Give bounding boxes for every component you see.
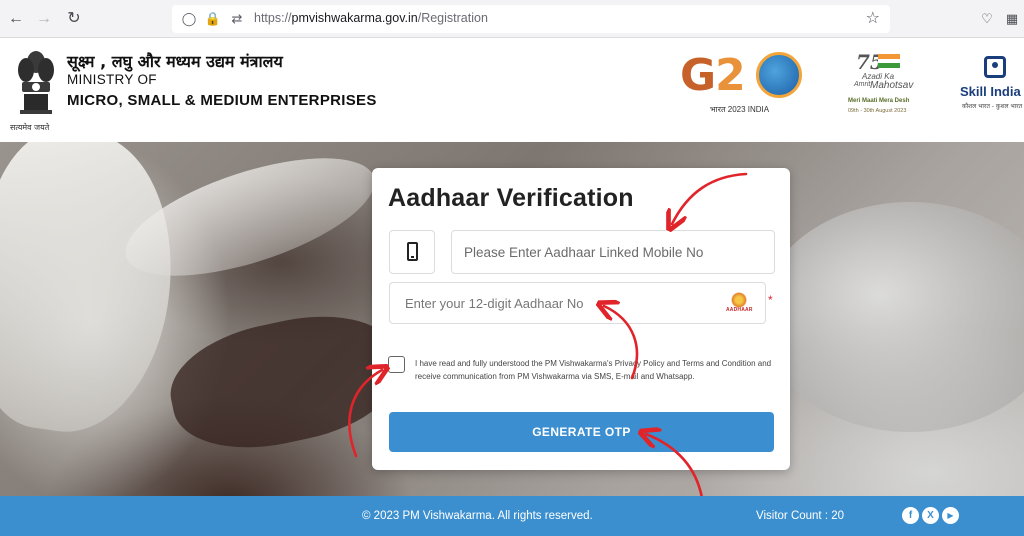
ministry-name-hindi: सूक्ष्म , लघु और मध्यम उद्यम मंत्रालय [67, 52, 283, 71]
aadhaar-verification-card: Aadhaar Verification AADHAAR * I have re… [372, 168, 790, 470]
skill-india-icon [984, 56, 1006, 78]
national-emblem-icon [18, 51, 54, 114]
aadhaar-sun-icon [731, 292, 747, 308]
site-header: सत्यमेव जयते सूक्ष्म , लघु और मध्यम उद्य… [0, 38, 1024, 142]
url-host: pmvishwakarma.gov.in [291, 11, 418, 25]
g20-text: G2 [680, 50, 746, 101]
mobile-phone-icon [407, 242, 418, 261]
g20-logo: G2 भारत 2023 INDIA [680, 46, 810, 122]
pocket-icon[interactable]: ♡ [978, 10, 996, 28]
hero-drape-shape [0, 142, 190, 444]
skill-india-subtitle: कौशल भारत - कुशल भारत [962, 103, 1023, 110]
azadi-line5: 09th - 30th August 2023 [848, 108, 907, 114]
x-twitter-icon[interactable]: X [922, 507, 939, 524]
g20-globe-icon [756, 52, 802, 98]
bookmark-star-icon[interactable]: ☆ [866, 9, 880, 29]
skill-india-text: Skill India [960, 84, 1021, 99]
back-icon[interactable]: ← [6, 9, 26, 29]
mobile-number-input[interactable] [451, 230, 775, 274]
url-path: /Registration [417, 11, 488, 25]
flag-icon [878, 54, 900, 68]
mobile-prefix-box [389, 230, 435, 274]
reload-icon[interactable]: ↻ [64, 9, 84, 29]
url-text[interactable]: https://pmvishwakarma.gov.in/Registratio… [254, 11, 488, 25]
g20-subtitle: भारत 2023 INDIA [710, 105, 770, 114]
aadhaar-logo-icon: AADHAAR [726, 292, 752, 314]
lock-icon[interactable]: 🔒 [204, 10, 222, 28]
azadi-ka-amrit-mahotsav-logo: 75 Azadi Ka Amrit Mahotsav Meri Maati Me… [848, 50, 928, 130]
forward-icon[interactable]: → [34, 9, 54, 29]
extensions-icon[interactable]: ▦ [1003, 10, 1021, 28]
aadhaar-logo-text: AADHAAR [726, 307, 753, 313]
required-asterisk: * [768, 293, 773, 307]
card-title: Aadhaar Verification [388, 184, 634, 212]
g20-digit: 2 [715, 50, 746, 101]
generate-otp-button[interactable]: GENERATE OTP [389, 412, 774, 452]
hero-pot-shape [760, 202, 1024, 432]
azadi-line4: Meri Maati Mera Desh [848, 98, 910, 104]
azadi-line3: Mahotsav [870, 80, 914, 91]
youtube-icon[interactable]: ▶ [942, 507, 959, 524]
azadi-line2: Amrit [854, 81, 871, 88]
ministry-name: MICRO, SMALL & MEDIUM ENTERPRISES [67, 92, 377, 109]
address-bar[interactable]: ◯ 🔒 ⇄ https://pmvishwakarma.gov.in/Regis… [172, 5, 890, 33]
shield-icon[interactable]: ◯ [180, 10, 198, 28]
aadhaar-number-input[interactable] [389, 282, 766, 324]
visitor-count: Visitor Count : 20 [756, 510, 845, 522]
copyright-text: © 2023 PM Vishwakarma. All rights reserv… [362, 510, 593, 522]
consent-checkbox[interactable] [388, 356, 405, 373]
url-prefix: https:// [254, 11, 292, 25]
consent-text: I have read and fully understood the PM … [415, 359, 772, 381]
emblem-motto: सत्यमेव जयते [10, 123, 50, 132]
facebook-icon[interactable]: f [902, 507, 919, 524]
skill-india-logo: Skill India कौशल भारत - कुशल भारत [958, 56, 1024, 120]
browser-toolbar: ← → ↻ ◯ 🔒 ⇄ https://pmvishwakarma.gov.in… [0, 0, 1024, 38]
permissions-icon[interactable]: ⇄ [228, 10, 246, 28]
g20-letter: G [680, 50, 716, 101]
site-footer: © 2023 PM Vishwakarma. All rights reserv… [0, 496, 1024, 536]
ministry-of-label: MINISTRY OF [67, 72, 157, 87]
